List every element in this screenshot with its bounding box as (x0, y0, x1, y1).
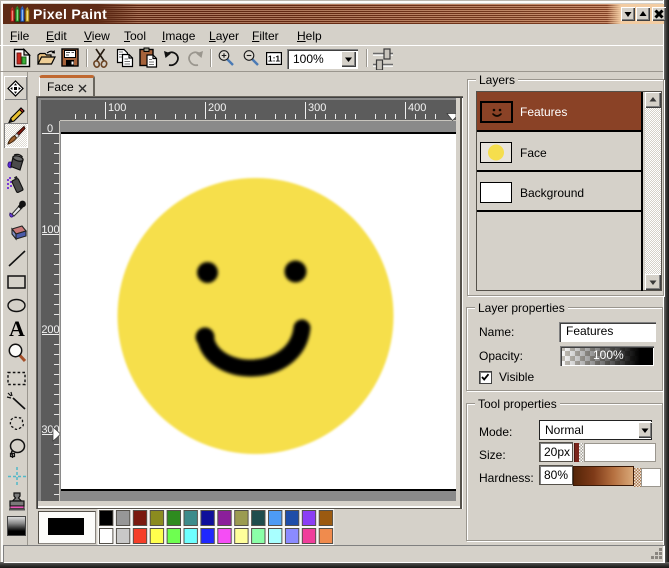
svg-text:100: 100 (41, 224, 59, 236)
svg-text:200: 200 (41, 324, 59, 336)
svg-text:1:1: 1:1 (268, 54, 281, 64)
svg-text:300: 300 (308, 102, 326, 114)
svg-text:200: 200 (208, 102, 226, 114)
svg-text:0: 0 (47, 123, 53, 135)
svg-text:100: 100 (108, 102, 126, 114)
svg-text:400: 400 (408, 102, 426, 114)
